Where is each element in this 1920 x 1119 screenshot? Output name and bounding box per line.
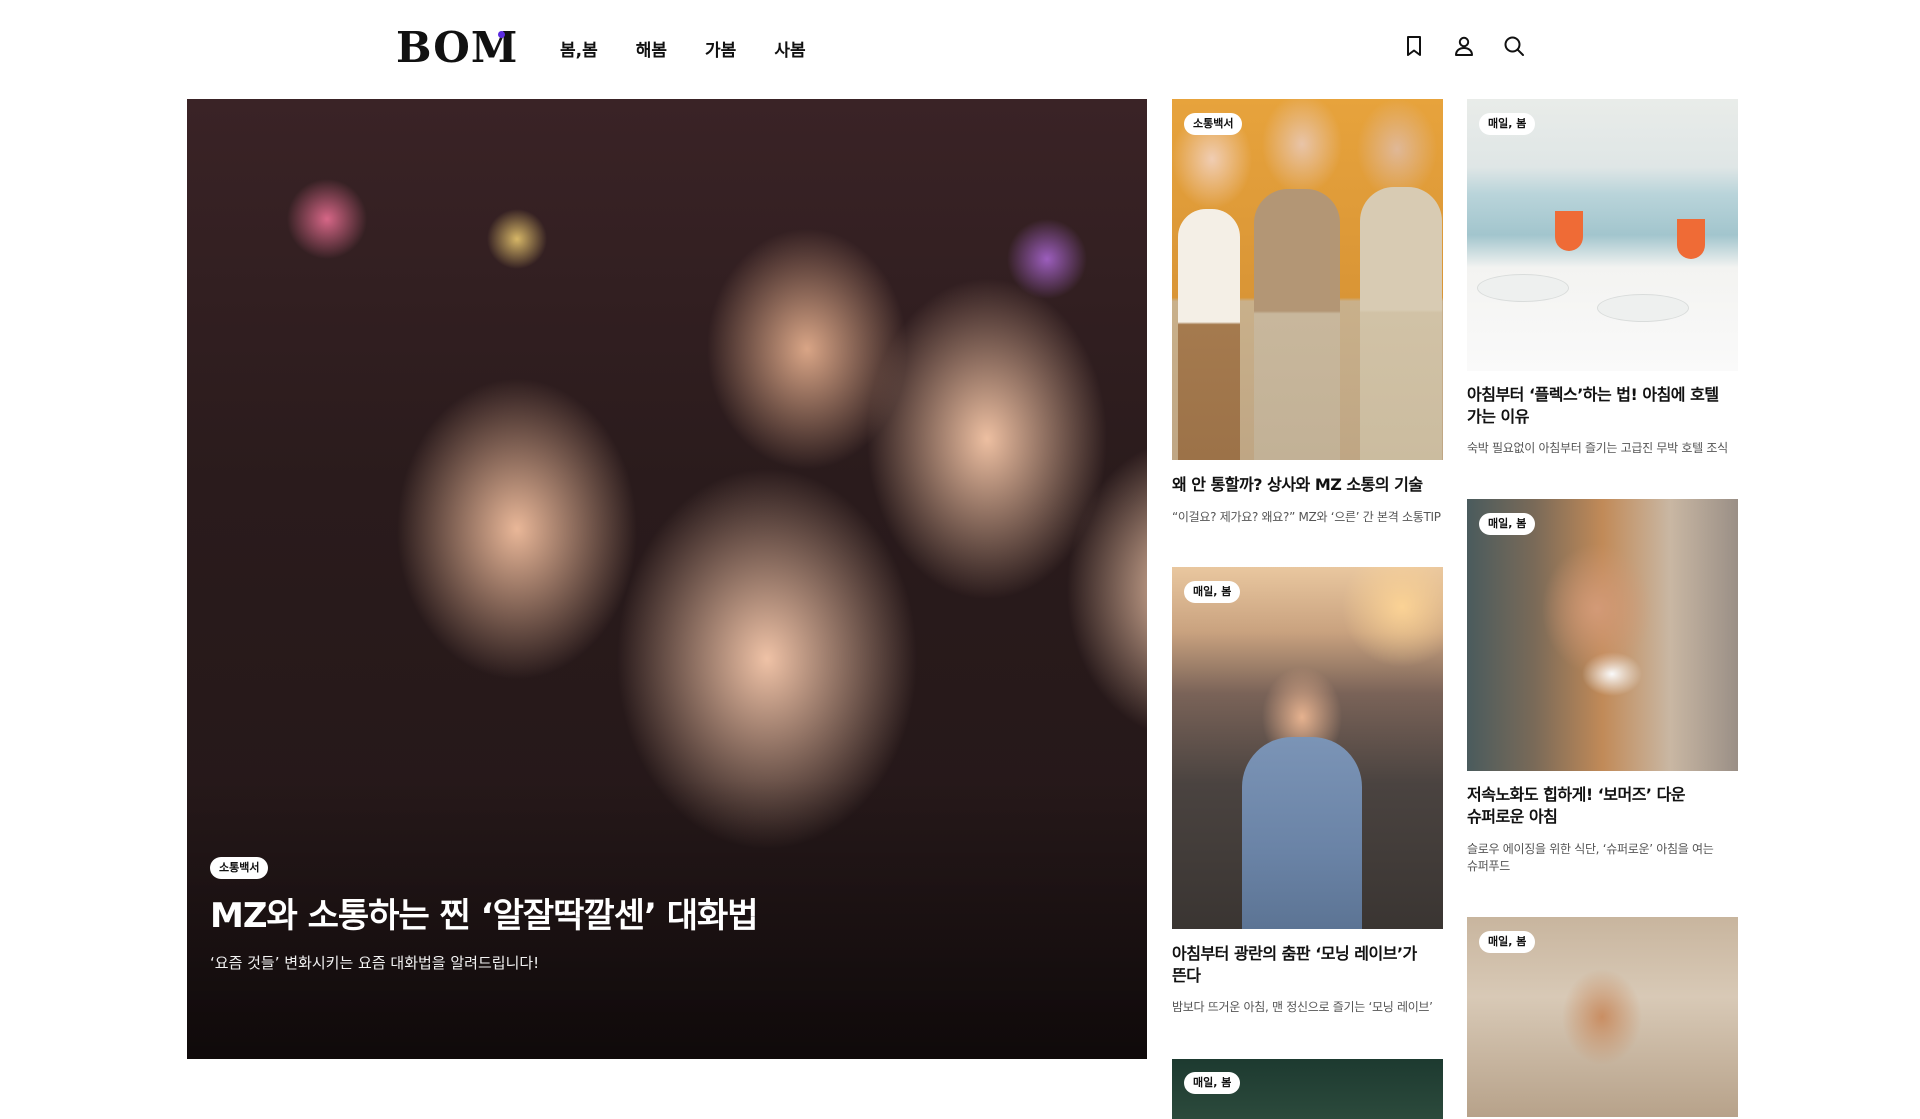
main-nav: 봄,봄 해봄 가봄 사봄 <box>560 36 806 61</box>
card-subtitle: 밤보다 뜨거운 아침, 맨 정신으로 즐기는 ‘모닝 레이브’ <box>1172 1000 1433 1014</box>
card-title[interactable]: 왜 안 통할까? 상사와 MZ 소통의 기술 <box>1172 474 1423 496</box>
hero-category-badge[interactable]: 소통백서 <box>210 857 269 879</box>
glass-shape <box>1677 219 1705 259</box>
card-image[interactable] <box>1467 499 1738 771</box>
nav-item-haebom[interactable]: 해봄 <box>636 36 667 61</box>
card-image[interactable] <box>1467 99 1738 371</box>
header-icons <box>1402 34 1526 58</box>
card-category-badge[interactable]: 매일, 봄 <box>1479 931 1536 953</box>
glass-shape <box>1555 211 1583 251</box>
card-subtitle: 숙박 필요없이 아침부터 즐기는 고급진 무박 호텔 조식 <box>1467 441 1728 455</box>
card-subtitle: “이걸요? 제가요? 왜요?” MZ와 ‘으른’ 간 본격 소통TIP <box>1172 510 1441 524</box>
hero-title[interactable]: MZ와 소통하는 찐 ‘알잘딱깔센’ 대화법 <box>210 888 759 937</box>
card-subtitle-line: 슬로우 에이징을 위한 식단, ‘슈퍼로운’ 아침을 여는 <box>1467 842 1714 856</box>
card-image[interactable] <box>1172 99 1443 460</box>
card-category-badge[interactable]: 매일, 봄 <box>1479 513 1536 535</box>
search-icon[interactable] <box>1502 34 1526 58</box>
bookmark-icon[interactable] <box>1402 34 1426 58</box>
nav-item-gabom[interactable]: 가봄 <box>705 36 736 61</box>
plate-shape <box>1597 294 1689 322</box>
figure-shape <box>1254 189 1340 460</box>
person-shape <box>1242 737 1362 929</box>
logo-accent-dot <box>498 31 505 38</box>
card-category-badge[interactable]: 매일, 봄 <box>1479 113 1536 135</box>
card-subtitle-line: 슈퍼푸드 <box>1467 859 1510 873</box>
card-title-line: 슈퍼로운 아침 <box>1467 807 1558 826</box>
figure-shape <box>1178 209 1240 460</box>
site-header: BOM 봄,봄 해봄 가봄 사봄 <box>0 0 1920 96</box>
card-subtitle: 슬로우 에이징을 위한 식단, ‘슈퍼로운’ 아침을 여는 슈퍼푸드 <box>1467 841 1714 875</box>
plate-shape <box>1477 274 1569 302</box>
nav-item-bombom[interactable]: 봄,봄 <box>560 36 598 61</box>
card-category-badge[interactable]: 매일, 봄 <box>1184 1072 1241 1094</box>
card-title[interactable]: 아침부터 광란의 춤판 ‘모닝 레이브’가 뜬다 <box>1172 943 1417 987</box>
card-image[interactable] <box>1172 567 1443 929</box>
card-title[interactable]: 저속노화도 힙하게! ‘보머즈’ 다운 슈퍼로운 아침 <box>1467 784 1686 828</box>
user-icon[interactable] <box>1452 34 1476 58</box>
card-title-line: 아침부터 광란의 춤판 ‘모닝 레이브’가 <box>1172 944 1417 963</box>
card-title-line: 가는 이유 <box>1467 407 1529 426</box>
card-category-badge[interactable]: 소통백서 <box>1184 113 1243 135</box>
figure-shape <box>1360 187 1442 460</box>
card-title-line: 저속노화도 힙하게! ‘보머즈’ 다운 <box>1467 785 1686 804</box>
card-title-line: 뜬다 <box>1172 966 1201 985</box>
hero-subtitle: ‘요즘 것들’ 변화시키는 요즘 대화법을 알려드립니다! <box>210 954 540 972</box>
nav-item-sabom[interactable]: 사봄 <box>774 36 805 61</box>
card-category-badge[interactable]: 매일, 봄 <box>1184 581 1241 603</box>
card-title[interactable]: 아침부터 ‘플렉스’하는 법! 아침에 호텔 가는 이유 <box>1467 384 1719 428</box>
card-title-line: 아침부터 ‘플렉스’하는 법! 아침에 호텔 <box>1467 385 1719 404</box>
